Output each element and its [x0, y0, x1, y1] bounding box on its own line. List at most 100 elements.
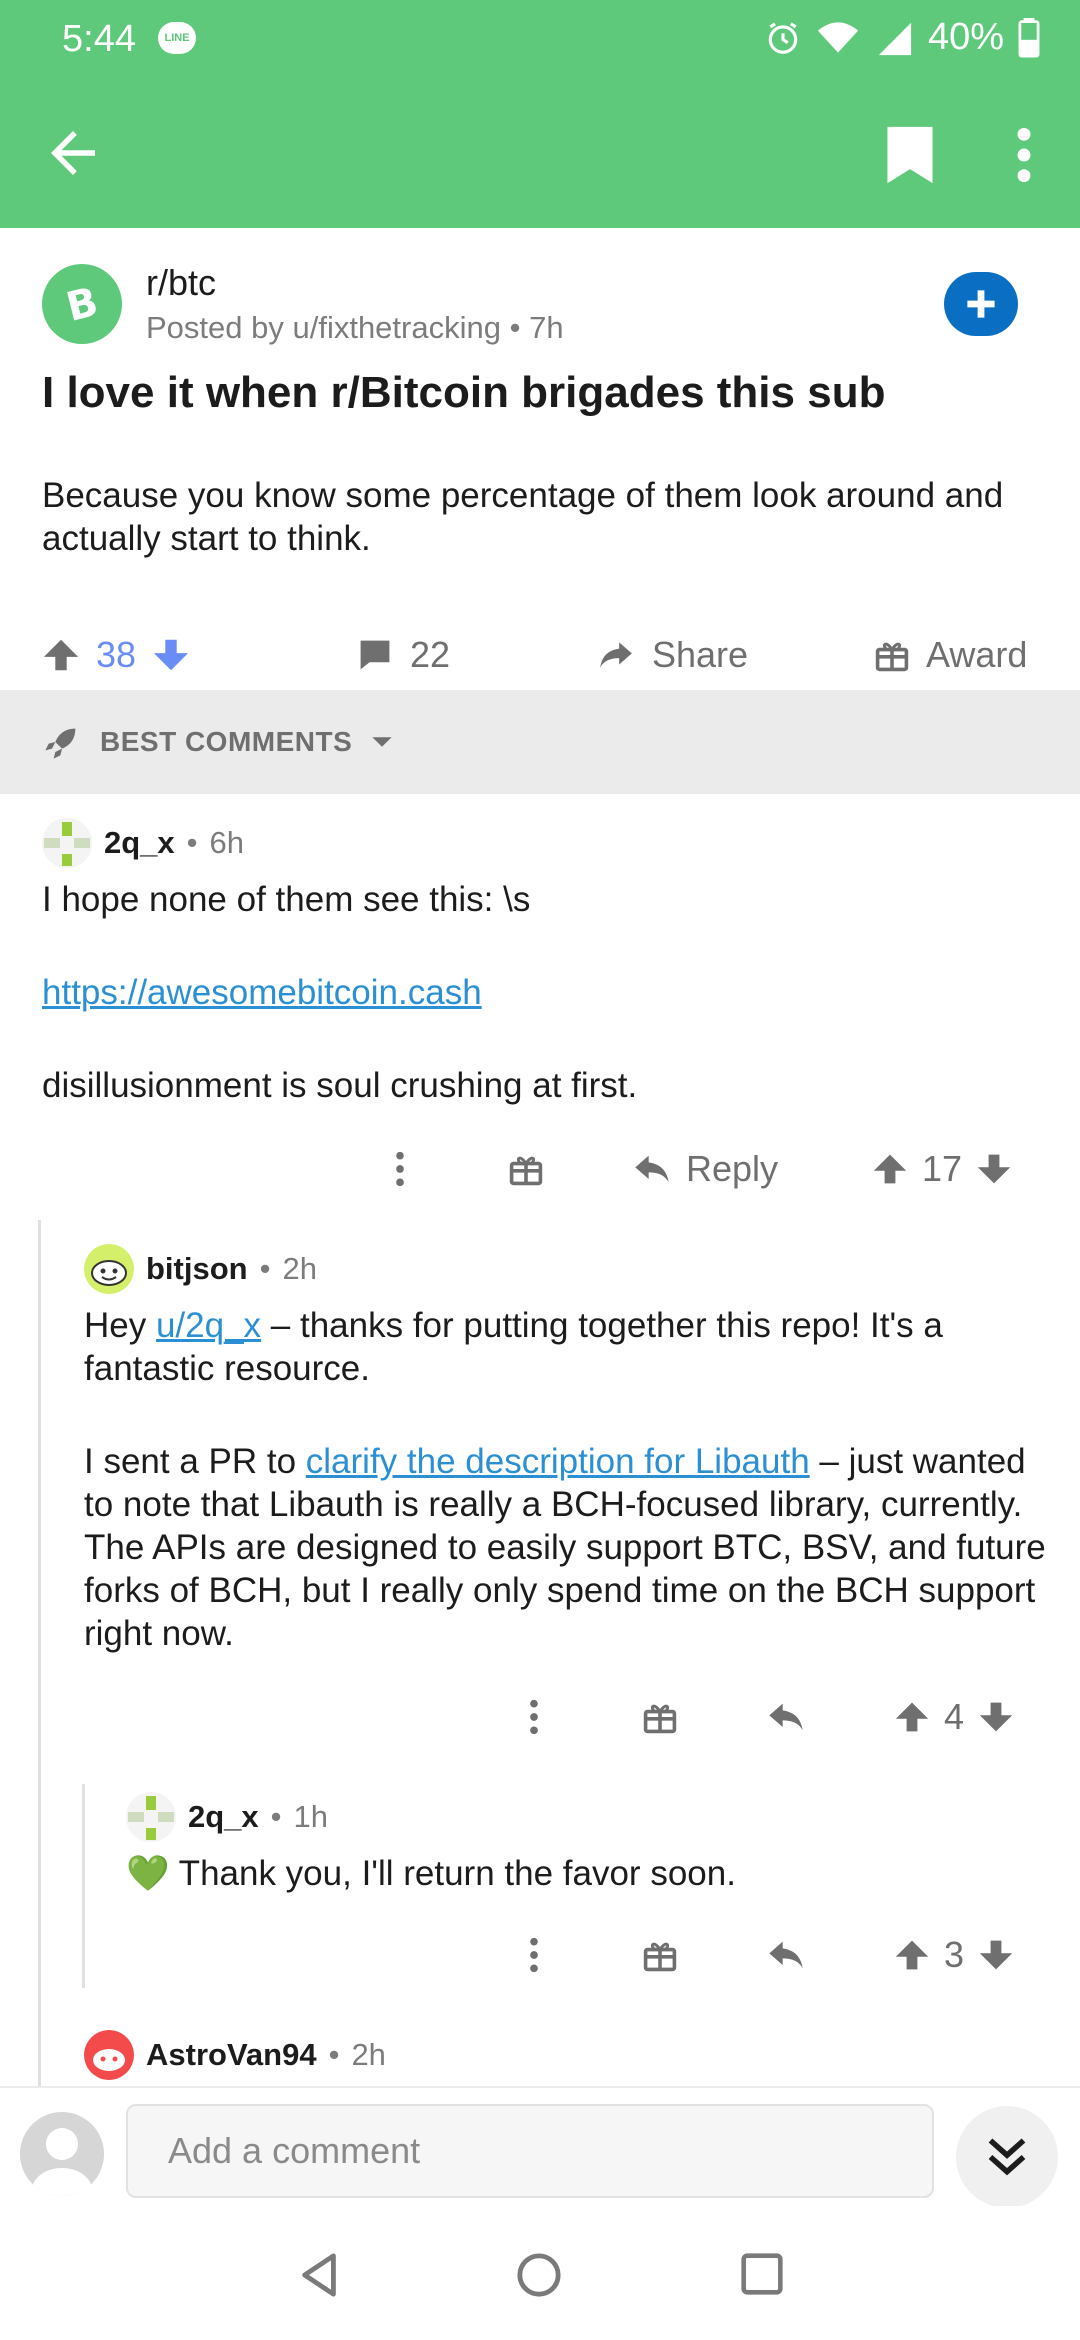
award-button[interactable]	[508, 1134, 544, 1204]
more-vert-icon[interactable]	[1004, 124, 1044, 186]
downvote-icon[interactable]	[978, 1699, 1014, 1735]
user-silhouette-icon	[32, 2128, 92, 2196]
comment-3-actions: 3	[0, 1920, 1080, 1990]
comment-vote-count: 4	[944, 1696, 965, 1737]
svg-text:B: B	[62, 280, 103, 328]
award-button[interactable]	[642, 1682, 678, 1752]
downvote-icon[interactable]	[978, 1937, 1014, 1973]
subreddit-name[interactable]: r/btc	[146, 262, 216, 304]
vote-group: 38	[42, 610, 190, 700]
more-vert-icon	[396, 1151, 404, 1187]
my-avatar[interactable]	[20, 2112, 104, 2196]
green-heart-emoji: 💚	[126, 1854, 170, 1893]
upvote-icon[interactable]	[872, 1151, 908, 1187]
comment-age: 6h	[209, 825, 245, 860]
award-button[interactable]: Award	[874, 610, 1027, 700]
app-header: 5:44 LINE 40%	[0, 0, 1080, 228]
post-body: Because you know some percentage of them…	[42, 476, 1004, 558]
avatar[interactable]	[126, 1792, 176, 1842]
comment-vote-group: 17	[872, 1134, 1012, 1204]
wifi-icon	[817, 21, 859, 53]
reply-button[interactable]	[766, 1920, 806, 1990]
nav-home-icon[interactable]	[516, 2252, 562, 2298]
more-vert-icon	[530, 1699, 538, 1735]
comment-author[interactable]: 2q_x	[104, 825, 175, 861]
battery-icon	[1018, 17, 1040, 58]
upvote-icon[interactable]	[894, 1699, 930, 1735]
share-label: Share	[652, 634, 749, 675]
comment-text: I sent a PR to	[84, 1442, 306, 1481]
comments-button[interactable]: 22	[356, 610, 450, 700]
reply-button[interactable]: Reply	[632, 1134, 778, 1204]
comment-paragraph: Hey u/2q_x – thanks for putting together…	[84, 1304, 1064, 1390]
comment-author[interactable]: bitjson	[146, 1251, 248, 1287]
comment-4-header: AstroVan94 • 2h	[84, 2030, 386, 2080]
post-title: I love it when r/Bitcoin brigades this s…	[42, 368, 886, 417]
comment-paragraph: I sent a PR to clarify the description f…	[84, 1440, 1064, 1655]
add-comment-input[interactable]: Add a comment	[126, 2104, 934, 2198]
avatar[interactable]	[84, 2030, 134, 2080]
comment-age: 1h	[293, 1799, 329, 1834]
gift-icon	[509, 1156, 543, 1186]
downvote-icon[interactable]	[152, 636, 190, 674]
reply-icon	[769, 1703, 803, 1731]
status-time: 5:44	[62, 18, 136, 60]
posted-by[interactable]: Posted by u/fixthetracking	[146, 310, 501, 345]
double-chevron-down-icon	[988, 2138, 1026, 2176]
back-arrow-icon[interactable]	[40, 120, 106, 186]
gift-icon	[875, 642, 909, 672]
user-avatar-icon	[42, 818, 92, 868]
chevron-down-icon	[372, 737, 392, 747]
share-button[interactable]: Share	[596, 610, 748, 700]
gift-icon	[643, 1942, 677, 1972]
comment-3-header: 2q_x • 1h	[126, 1792, 328, 1842]
comment-2-actions: 4	[0, 1682, 1080, 1752]
comment-1-body: I hope none of them see this: \s https:/…	[42, 878, 1042, 1107]
reply-icon	[769, 1941, 803, 1969]
comment-text: Hey	[84, 1306, 156, 1345]
post-age: 7h	[529, 310, 564, 345]
snoo-avatar-icon	[84, 2030, 134, 2080]
comment-vote-group: 4	[894, 1682, 1014, 1752]
comment-author[interactable]: 2q_x	[188, 1799, 259, 1835]
rocket-icon	[45, 728, 76, 759]
subreddit-avatar[interactable]: B	[42, 264, 122, 344]
meta-dot: •	[186, 825, 198, 860]
more-options-button[interactable]	[524, 1682, 544, 1752]
status-bar: 5:44 LINE 40%	[0, 0, 1080, 80]
more-options-button[interactable]	[390, 1134, 410, 1204]
comment-1-actions: Reply 17	[0, 1134, 1080, 1204]
share-icon	[600, 642, 632, 668]
comment-author[interactable]: AstroVan94	[146, 2037, 317, 2073]
comment-link[interactable]: https://awesomebitcoin.cash	[42, 973, 482, 1012]
comment-age: 2h	[351, 2037, 386, 2072]
jump-next-button[interactable]	[956, 2106, 1058, 2208]
system-nav-bar	[0, 2206, 1080, 2340]
post-vote-count: 38	[96, 634, 137, 675]
sort-label: BEST COMMENTS	[100, 726, 353, 757]
avatar[interactable]	[84, 1244, 134, 1294]
reply-button[interactable]	[766, 1682, 806, 1752]
award-button[interactable]	[642, 1920, 678, 1990]
post-meta: Posted by u/fixthetracking • 7h	[146, 310, 564, 346]
upvote-icon[interactable]	[42, 636, 80, 674]
nav-back-icon[interactable]	[298, 2252, 342, 2298]
comment-sort-bar[interactable]: BEST COMMENTS	[0, 690, 1080, 794]
user-avatar-icon	[126, 1792, 176, 1842]
join-button[interactable]	[944, 272, 1018, 336]
more-options-button[interactable]	[524, 1920, 544, 1990]
status-icons: 40%	[764, 16, 1040, 59]
comment-text: I hope none of them see this: \s	[42, 880, 531, 919]
bookmark-icon[interactable]	[880, 124, 940, 186]
nav-recents-icon[interactable]	[740, 2252, 784, 2296]
snoo-avatar-icon	[84, 1244, 134, 1294]
award-label: Award	[926, 634, 1028, 675]
comment-composer: Add a comment	[0, 2086, 1080, 2208]
avatar[interactable]	[42, 818, 92, 868]
user-mention-link[interactable]: u/2q_x	[156, 1306, 261, 1345]
more-vert-icon	[530, 1937, 538, 1973]
upvote-icon[interactable]	[894, 1937, 930, 1973]
pr-link[interactable]: clarify the description for Libauth	[306, 1442, 810, 1481]
downvote-icon[interactable]	[976, 1151, 1012, 1187]
comment-text: disillusionment is soul crushing at firs…	[42, 1066, 638, 1105]
